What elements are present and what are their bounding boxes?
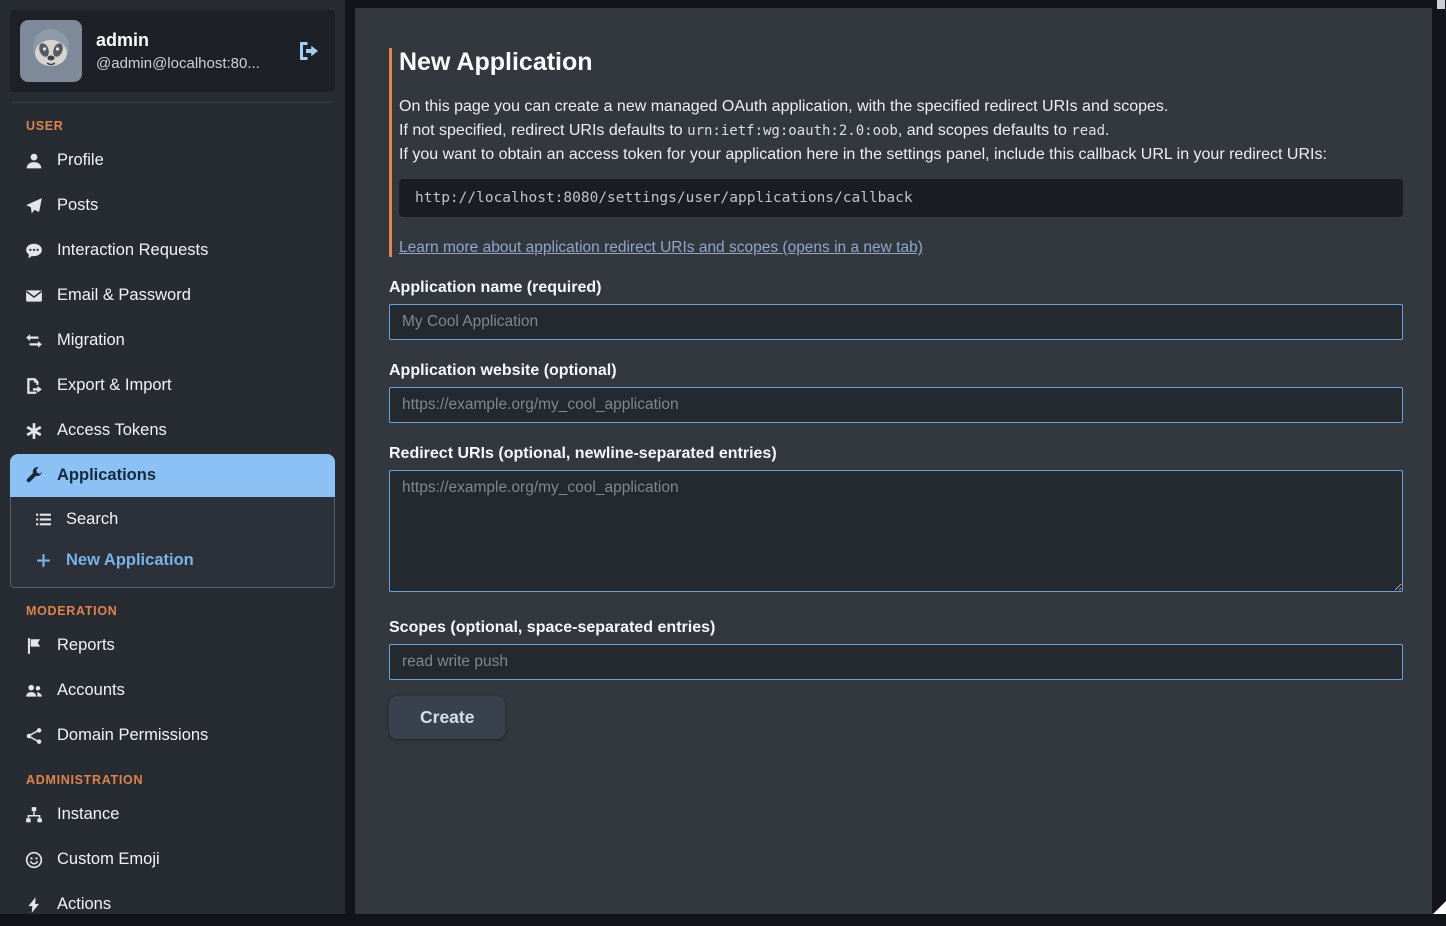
- application-name-input[interactable]: [389, 304, 1403, 340]
- user-name: admin: [96, 30, 260, 51]
- redirect-uris-label: Redirect URIs (optional, newline-separat…: [389, 445, 1403, 463]
- share-nodes-icon: [24, 727, 44, 745]
- sidebar-item-export-import[interactable]: Export & Import: [10, 364, 335, 407]
- envelope-icon: [24, 287, 44, 305]
- sidebar-item-label: Reports: [57, 636, 115, 655]
- scopes-label: Scopes (optional, space-separated entrie…: [389, 619, 1403, 637]
- sidebar-item-label: Actions: [57, 895, 111, 914]
- sidebar-item-label: Posts: [57, 196, 98, 215]
- paper-plane-icon: [24, 197, 44, 215]
- section-label-administration: ADMINISTRATION: [26, 773, 335, 787]
- sidebar-item-label: Interaction Requests: [57, 241, 208, 260]
- applications-submenu: Search New Application: [10, 497, 335, 588]
- application-name-label: Application name (required): [389, 279, 1403, 297]
- create-button[interactable]: Create: [389, 696, 505, 739]
- intro-line-2-text: If not specified, redirect URIs defaults…: [399, 122, 687, 139]
- resize-corner: [1433, 901, 1446, 914]
- sidebar-item-actions[interactable]: Actions: [10, 883, 335, 926]
- application-website-field-group: Application website (optional): [389, 362, 1403, 423]
- users-icon: [24, 682, 44, 700]
- read-scope-code: read: [1071, 123, 1105, 139]
- sitemap-icon: [24, 806, 44, 824]
- divider: [12, 102, 333, 103]
- sidebar-item-domain-permissions[interactable]: Domain Permissions: [10, 714, 335, 757]
- section-label-user: USER: [26, 119, 335, 133]
- oob-uri-code: urn:ietf:wg:oauth:2.0:oob: [687, 123, 898, 139]
- intro-line-1: On this page you can create a new manage…: [399, 95, 1403, 119]
- sidebar-item-applications-new[interactable]: New Application: [11, 541, 334, 580]
- intro-section: New Application On this page you can cre…: [389, 48, 1403, 257]
- avatar: [20, 20, 82, 82]
- intro-line-2: If not specified, redirect URIs defaults…: [399, 119, 1403, 143]
- sidebar-item-label: Accounts: [57, 681, 125, 700]
- intro-line-2-text: , and scopes defaults to: [898, 122, 1071, 139]
- sidebar-item-label: Search: [66, 510, 118, 529]
- comment-icon: [24, 242, 44, 260]
- sidebar-item-instance[interactable]: Instance: [10, 793, 335, 836]
- sidebar-item-label: Migration: [57, 331, 125, 350]
- flag-icon: [24, 637, 44, 655]
- intro-line-3: If you want to obtain an access token fo…: [399, 143, 1403, 167]
- sidebar-item-profile[interactable]: Profile: [10, 139, 335, 182]
- new-application-form: Application name (required) Application …: [389, 279, 1403, 739]
- application-website-label: Application website (optional): [389, 362, 1403, 380]
- intro-line-2-text: .: [1105, 122, 1109, 139]
- sidebar-item-reports[interactable]: Reports: [10, 624, 335, 667]
- file-export-icon: [24, 377, 44, 395]
- learn-more-link[interactable]: Learn more about application redirect UR…: [399, 239, 923, 257]
- sidebar-item-access-tokens[interactable]: Access Tokens: [10, 409, 335, 452]
- exchange-icon: [24, 332, 44, 350]
- user-card[interactable]: admin @admin@localhost:80...: [10, 10, 335, 92]
- sidebar-item-label: Custom Emoji: [57, 850, 160, 869]
- sidebar-item-label: Email & Password: [57, 286, 191, 305]
- list-icon: [33, 511, 53, 528]
- page-title: New Application: [399, 48, 1403, 77]
- application-name-field-group: Application name (required): [389, 279, 1403, 340]
- user-icon: [24, 152, 44, 170]
- sidebar-item-label: New Application: [66, 551, 194, 570]
- asterisk-icon: [24, 422, 44, 440]
- smiley-icon: [24, 851, 44, 869]
- sidebar-item-interaction-requests[interactable]: Interaction Requests: [10, 229, 335, 272]
- application-website-input[interactable]: [389, 387, 1403, 423]
- bolt-icon: [24, 896, 44, 914]
- wrench-icon: [24, 467, 44, 485]
- redirect-uris-field-group: Redirect URIs (optional, newline-separat…: [389, 445, 1403, 597]
- main-panel: New Application On this page you can cre…: [355, 8, 1432, 914]
- sidebar-item-label: Instance: [57, 805, 119, 824]
- sidebar: admin @admin@localhost:80... USER Profil…: [0, 0, 345, 914]
- redirect-uris-textarea[interactable]: [389, 470, 1403, 592]
- sidebar-item-posts[interactable]: Posts: [10, 184, 335, 227]
- callback-url-code-block: http://localhost:8080/settings/user/appl…: [399, 179, 1403, 217]
- sidebar-item-applications[interactable]: Applications: [10, 454, 335, 497]
- sidebar-item-label: Profile: [57, 151, 104, 170]
- sidebar-item-custom-emoji[interactable]: Custom Emoji: [10, 838, 335, 881]
- sidebar-item-migration[interactable]: Migration: [10, 319, 335, 362]
- section-label-moderation: MODERATION: [26, 604, 335, 618]
- user-handle: @admin@localhost:80...: [96, 55, 260, 72]
- user-info: admin @admin@localhost:80...: [96, 30, 260, 72]
- sidebar-item-label: Domain Permissions: [57, 726, 208, 745]
- scopes-field-group: Scopes (optional, space-separated entrie…: [389, 619, 1403, 680]
- plus-icon: [33, 552, 53, 569]
- sidebar-item-applications-search[interactable]: Search: [11, 500, 334, 539]
- sidebar-item-label: Export & Import: [57, 376, 172, 395]
- sidebar-item-label: Applications: [57, 466, 156, 485]
- scrollbar-thumb[interactable]: [1437, 0, 1445, 9]
- logout-icon[interactable]: [293, 35, 325, 67]
- sidebar-item-email-password[interactable]: Email & Password: [10, 274, 335, 317]
- sidebar-item-accounts[interactable]: Accounts: [10, 669, 335, 712]
- scopes-input[interactable]: [389, 644, 1403, 680]
- sidebar-item-label: Access Tokens: [57, 421, 167, 440]
